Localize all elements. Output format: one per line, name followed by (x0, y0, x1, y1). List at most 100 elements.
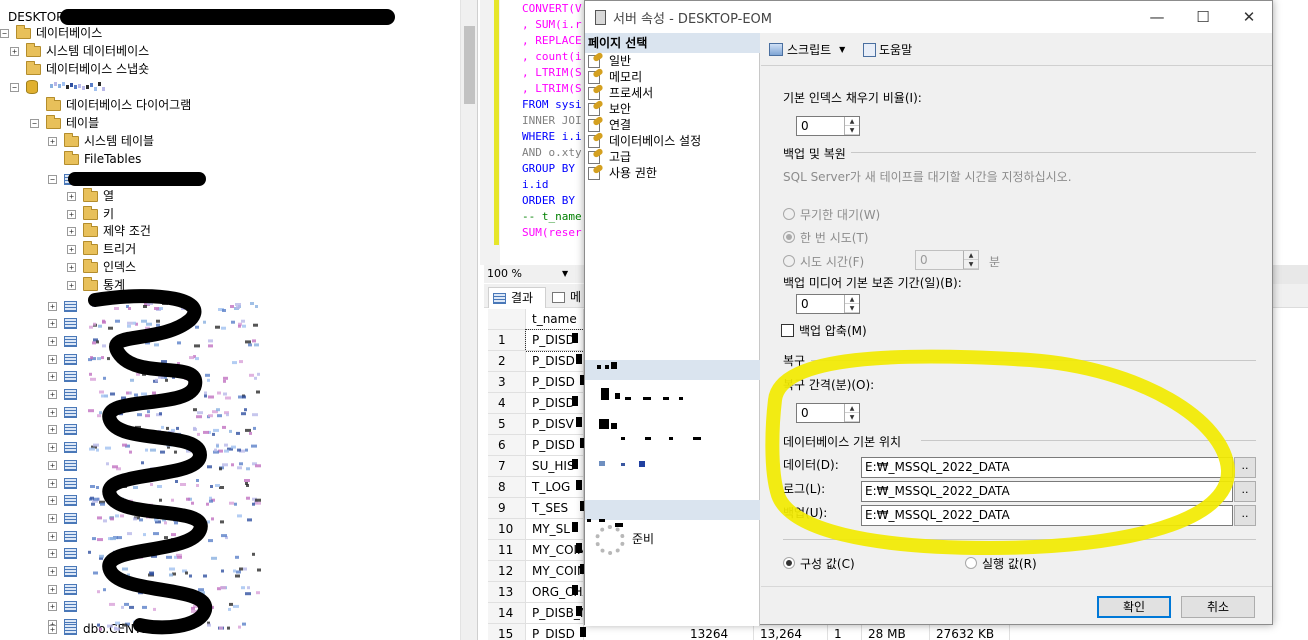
row-number[interactable]: 1 (488, 330, 526, 351)
default-locations-section: 데이터베이스 기본 위치 (783, 435, 902, 449)
row-number[interactable]: 12 (488, 561, 526, 582)
column-header[interactable]: t_name (526, 309, 584, 330)
page-item[interactable]: 일반 (588, 51, 631, 69)
page-item[interactable]: 고급 (588, 147, 631, 165)
grid-corner (488, 309, 526, 330)
configured-values-radio[interactable] (783, 557, 795, 569)
ok-button[interactable]: 확인 (1097, 596, 1171, 618)
backup-description: SQL Server가 새 테이프를 대기할 시간을 지정하십시오. (783, 170, 1072, 184)
page-item[interactable]: 보안 (588, 99, 631, 117)
code-line: SUM(reser (522, 226, 582, 239)
row-number[interactable]: 3 (488, 372, 526, 393)
server-icon (595, 10, 606, 25)
spin-up-icon[interactable]: ▲ (845, 404, 859, 413)
grid-cell[interactable]: 27632 KB (930, 624, 1010, 640)
help-button[interactable]: 도움말 (863, 41, 912, 58)
wait-infinite-radio[interactable] (783, 208, 795, 220)
retention-spinner[interactable]: 0 ▲ ▼ (796, 294, 860, 314)
spin-up-icon[interactable]: ▲ (845, 295, 859, 304)
grid-icon (493, 293, 506, 304)
cancel-button[interactable]: 취소 (1181, 596, 1255, 618)
backup-location-label: 백업(U): (783, 506, 828, 520)
log-browse-button[interactable]: .. (1234, 481, 1256, 502)
script-button[interactable]: 스크립트 ▼ (769, 41, 845, 58)
grid-cell[interactable]: 13264 (684, 624, 754, 640)
row-number[interactable]: 2 (488, 351, 526, 372)
server-properties-dialog: 서버 속성 - DESKTOP-EOM — ☐ ✕ 페이지 선택 일반 메모리 프로… (584, 0, 1273, 626)
spin-down-icon[interactable]: ▼ (845, 126, 859, 135)
row-number[interactable]: 9 (488, 498, 526, 519)
redaction-mark (572, 585, 578, 595)
tab-messages[interactable]: 메 (548, 287, 581, 308)
row-number[interactable]: 6 (488, 435, 526, 456)
grid-cell[interactable]: 13,264 (754, 624, 828, 640)
data-location-input[interactable]: E:₩_MSSQL_2022_DATA (861, 457, 1233, 478)
close-button[interactable]: ✕ (1226, 1, 1272, 33)
change-marker (494, 0, 499, 245)
maximize-button[interactable]: ☐ (1180, 1, 1226, 33)
backup-location-input[interactable]: E:₩_MSSQL_2022_DATA (861, 505, 1233, 526)
page-item[interactable]: 사용 권한 (588, 163, 657, 181)
row-number[interactable]: 13 (488, 582, 526, 603)
redaction-mark (572, 522, 578, 532)
spin-down-icon[interactable]: ▼ (845, 304, 859, 313)
code-line: , LTRIM(S (522, 66, 582, 79)
recovery-interval-label: 복구 간격(분)(O): (783, 378, 875, 392)
zoom-selector[interactable]: 100 % ▼ (484, 265, 584, 283)
spin-up-icon[interactable]: ▲ (964, 251, 978, 260)
divider (811, 360, 1256, 361)
log-location-input[interactable]: E:₩_MSSQL_2022_DATA (861, 481, 1233, 502)
row-number[interactable]: 4 (488, 393, 526, 414)
table-row[interactable]: P_DISD (526, 372, 584, 393)
table-row[interactable]: T_SES (526, 498, 584, 519)
spin-up-icon[interactable]: ▲ (845, 117, 859, 126)
grid-cell[interactable]: 28 MB (862, 624, 930, 640)
table-row[interactable]: MY_COIN (526, 561, 584, 582)
try-once-radio[interactable] (783, 231, 795, 243)
page-item[interactable]: 메모리 (588, 67, 642, 85)
pixelated-redactions (50, 82, 261, 635)
row-number[interactable]: 11 (488, 540, 526, 561)
redaction-mark (572, 459, 578, 469)
row-number[interactable]: 8 (488, 477, 526, 498)
try-time-radio[interactable] (783, 255, 795, 267)
page-wrench-icon (588, 131, 606, 148)
code-line: GROUP BY (522, 162, 575, 175)
grid-cell[interactable]: 1 (828, 624, 862, 640)
table-row[interactable]: P_DISD (526, 435, 584, 456)
fill-factor-label: 기본 인덱스 채우기 비율(I): (783, 91, 922, 105)
minutes-unit: 분 (989, 255, 1001, 269)
page-wrench-icon (588, 67, 606, 84)
page-wrench-icon (588, 51, 606, 68)
spin-down-icon[interactable]: ▼ (964, 260, 978, 269)
chevron-down-icon[interactable]: ▼ (839, 45, 845, 54)
tab-results[interactable]: 결과 (488, 287, 546, 308)
table-row[interactable]: P_DISD (526, 624, 584, 640)
page-select-panel: 페이지 선택 일반 메모리 프로세서 보안 연결 데이터베이스 설정 고급 사용 권한 준비 (585, 33, 760, 626)
backup-browse-button[interactable]: .. (1234, 505, 1256, 526)
page-item[interactable]: 연결 (588, 115, 631, 133)
page-item[interactable]: 프로세서 (588, 83, 653, 101)
redaction-mark (572, 333, 578, 343)
data-browse-button[interactable]: .. (1234, 457, 1256, 478)
divider (921, 440, 1256, 441)
row-number[interactable]: 14 (488, 603, 526, 624)
spin-down-icon[interactable]: ▼ (845, 413, 859, 422)
row-number[interactable]: 10 (488, 519, 526, 540)
code-line: -- t_name (522, 210, 582, 223)
minimize-button[interactable]: — (1134, 1, 1180, 33)
try-time-label: 시도 시간(F) (800, 255, 865, 269)
row-number[interactable]: 15 (488, 624, 526, 640)
page-wrench-icon (588, 115, 606, 132)
scribble-redaction (88, 289, 212, 635)
page-item[interactable]: 데이터베이스 설정 (588, 131, 701, 149)
row-number[interactable]: 5 (488, 414, 526, 435)
running-values-radio[interactable] (965, 557, 977, 569)
fill-factor-spinner[interactable]: 0 ▲ ▼ (796, 116, 860, 136)
row-number[interactable]: 7 (488, 456, 526, 477)
backup-compression-checkbox[interactable] (781, 324, 794, 337)
try-time-spinner[interactable]: 0 ▲ ▼ (915, 250, 979, 270)
page-wrench-icon (588, 163, 606, 180)
dialog-titlebar[interactable]: 서버 속성 - DESKTOP-EOM — ☐ ✕ (585, 1, 1272, 33)
recovery-interval-spinner[interactable]: 0 ▲ ▼ (796, 403, 860, 423)
